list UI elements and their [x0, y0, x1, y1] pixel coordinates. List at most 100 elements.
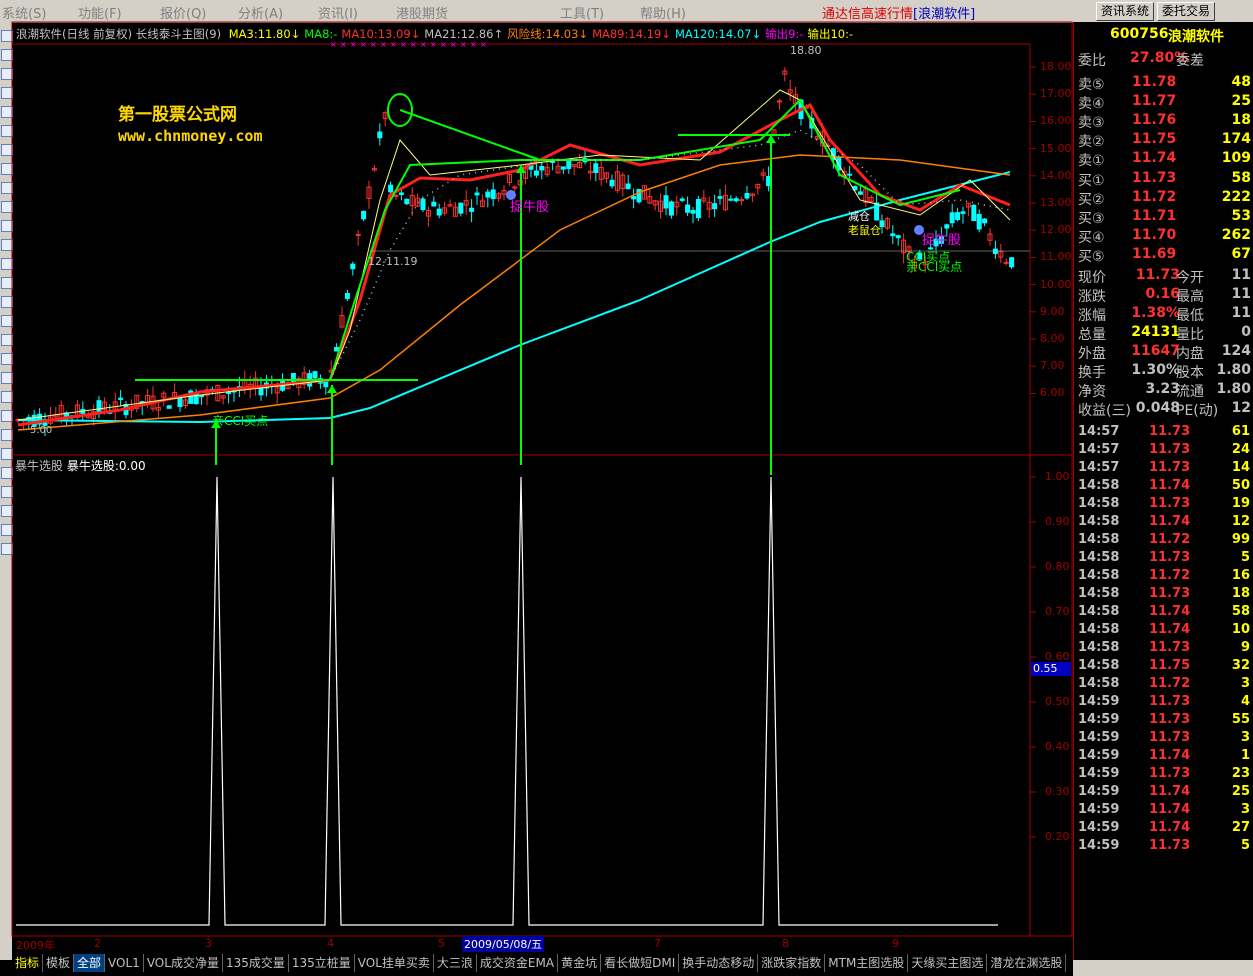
- tick-row: 14:58 11.74 12: [1075, 514, 1253, 532]
- candle-body: [728, 198, 734, 201]
- tick-volume: 3: [1240, 730, 1250, 745]
- sell-row-1: 卖① 11.74 109: [1076, 150, 1253, 169]
- stat-value2: 1.80: [1216, 381, 1251, 397]
- price-tick-label-8: 10.00: [1040, 277, 1072, 291]
- candle-body: [96, 400, 102, 414]
- tick-time: 14:58: [1078, 604, 1120, 619]
- candle-body: [944, 224, 950, 229]
- tab-4[interactable]: VOL成交净量: [144, 954, 223, 972]
- date-axis: 2009年 2 3 4 5 2009/05/08/五 7 8 9: [12, 936, 1030, 952]
- ma8-line: [329, 98, 961, 381]
- price-tick-label-7: 11.00: [1040, 250, 1072, 264]
- info-system-button[interactable]: 资讯系统: [1096, 2, 1155, 21]
- candle-body: [312, 371, 318, 379]
- signal-diagonal: [399, 109, 541, 161]
- candle-body: [226, 391, 232, 395]
- indicator-3: MA21:12.86↑: [424, 27, 504, 41]
- buy-volume: 262: [1221, 227, 1251, 243]
- sell-row-5: 卖⑤ 11.78 48: [1076, 74, 1253, 93]
- tick-volume: 3: [1240, 802, 1250, 817]
- tick-price: 11.73: [1149, 586, 1191, 601]
- tick-time: 14:58: [1078, 676, 1120, 691]
- tab-7[interactable]: VOL挂单买卖: [355, 954, 434, 972]
- candle-body: [350, 263, 356, 270]
- tick-price: 11.74: [1149, 622, 1191, 637]
- stat-value2: 1.80: [1216, 362, 1251, 378]
- stock-code: 600756: [1110, 26, 1169, 42]
- lower-tick-label-1: 0.90: [1045, 515, 1070, 528]
- candle-body: [490, 189, 496, 200]
- date-month-2: 2: [94, 937, 101, 950]
- candle-body: [955, 212, 961, 221]
- lower-tick-label-5: 0.50: [1045, 695, 1070, 708]
- sell-volume: 18: [1231, 112, 1251, 128]
- candle-body: [177, 397, 183, 408]
- tick-price: 11.74: [1149, 820, 1191, 835]
- price-tick-label-12: 6.00: [1040, 386, 1065, 400]
- candle-body: [847, 173, 853, 176]
- tick-time: 14:57: [1078, 424, 1120, 439]
- indicator-4: 风险线:14.03↓: [507, 27, 589, 41]
- stat-key: 涨幅: [1078, 308, 1106, 324]
- candle-body: [334, 346, 340, 352]
- price-tick-label-0: 18.00: [1040, 60, 1072, 73]
- buy-price: 11.72: [1132, 189, 1177, 205]
- tick-time: 14:59: [1078, 712, 1120, 727]
- candle-body: [199, 394, 205, 398]
- tab-2[interactable]: 全部: [74, 954, 106, 972]
- tick-time: 14:58: [1078, 622, 1120, 637]
- tab-8[interactable]: 大三浪: [434, 954, 477, 972]
- tick-price: 11.73: [1149, 442, 1191, 457]
- tab-0[interactable]: 指标: [12, 954, 44, 972]
- tab-14[interactable]: MTM主图选股: [825, 954, 909, 972]
- tick-price: 11.73: [1149, 550, 1191, 565]
- lower-panel-title: 暴牛选股 暴牛选股:0.00: [15, 459, 146, 473]
- date-month-3: 3: [205, 937, 212, 950]
- candle-body: [857, 191, 863, 195]
- quote-panel: 600756 浪潮软件 委比 27.80% 委差 卖⑤ 11.78 48 卖④ 11.7…: [1073, 22, 1253, 960]
- sell-price: 11.77: [1132, 93, 1177, 109]
- weibi-label: 委比: [1078, 53, 1106, 69]
- tick-row: 14:59 11.73 4: [1075, 694, 1253, 712]
- buy-row-4: 买④ 11.70 262: [1076, 227, 1253, 246]
- candle-body: [631, 196, 637, 200]
- sell-price: 11.76: [1132, 112, 1177, 128]
- tick-volume: 5: [1240, 838, 1250, 853]
- tick-price: 11.73: [1149, 766, 1191, 781]
- tick-price: 11.73: [1149, 496, 1191, 511]
- candle-body: [949, 212, 955, 224]
- lower-tick-label-6: 0.40: [1045, 740, 1070, 753]
- tab-9[interactable]: 成交资金EMA: [477, 954, 559, 972]
- buy-volume: 58: [1231, 170, 1251, 186]
- trade-button[interactable]: 委托交易: [1157, 2, 1216, 21]
- tab-6[interactable]: 135立桩量: [289, 954, 355, 972]
- lower-tick-label-8: 0.20: [1045, 830, 1070, 843]
- tick-row: 14:58 11.73 19: [1075, 496, 1253, 514]
- stat-value2: 124: [1221, 343, 1251, 359]
- candle-body: [533, 170, 539, 176]
- candle-body: [458, 202, 464, 214]
- sell-row-4: 卖④ 11.77 25: [1076, 93, 1253, 112]
- tab-5[interactable]: 135成交量: [223, 954, 289, 972]
- tab-11[interactable]: 看长做短DMI: [601, 954, 680, 972]
- price-tick-label-5: 13.00: [1040, 196, 1072, 209]
- stat-value2: 11: [1231, 305, 1251, 321]
- tab-1[interactable]: 模板: [43, 954, 75, 972]
- tab-15[interactable]: 天缘买主图选: [908, 954, 988, 972]
- stat-row-0: 现价 11.73 今开 11: [1076, 267, 1253, 286]
- tick-time: 14:58: [1078, 478, 1120, 493]
- stat-key: 现价: [1078, 270, 1106, 286]
- tab-3[interactable]: VOL1: [105, 954, 144, 972]
- tab-16[interactable]: 潜龙在渊选股: [987, 954, 1067, 972]
- stat-key: 总量: [1078, 327, 1106, 343]
- buy-volume: 222: [1221, 189, 1251, 205]
- watermark-url: www.chnmoney.com: [118, 127, 263, 145]
- tick-time: 14:59: [1078, 766, 1120, 781]
- candle-body: [118, 397, 124, 400]
- tick-volume: 24: [1231, 442, 1250, 457]
- tab-10[interactable]: 黄金坑: [558, 954, 602, 972]
- candle-body: [539, 165, 545, 171]
- baoniu-spikes: [16, 476, 998, 926]
- tab-12[interactable]: 换手动态移动: [679, 954, 759, 972]
- tab-13[interactable]: 涨跌家指数: [758, 954, 826, 972]
